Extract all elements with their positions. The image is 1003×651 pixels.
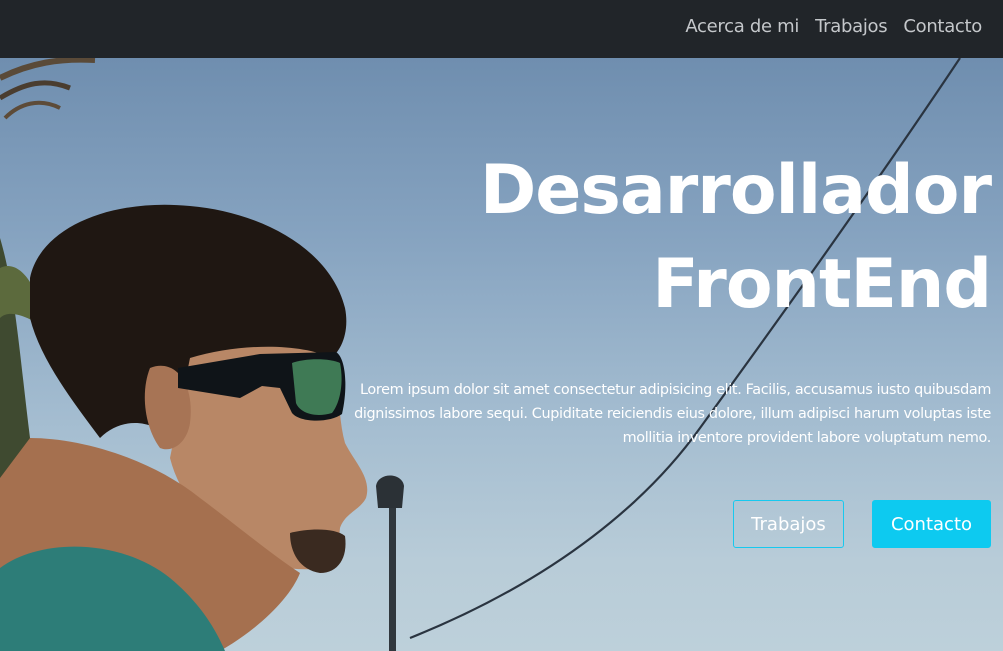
hero-description: Lorem ipsum dolor sit amet consectetur a…: [354, 382, 991, 446]
hero-title: Desarrollador FrontEnd: [351, 144, 992, 332]
nav-link-contact[interactable]: Contacto: [903, 14, 982, 40]
hero-section: Desarrollador FrontEnd Lorem ipsum dolor…: [0, 58, 1003, 651]
nav-links: Acerca de mi Trabajos Contacto: [685, 14, 982, 40]
hero-title-line-1: Desarrollador: [479, 151, 992, 230]
navbar: Acerca de mi Trabajos Contacto: [0, 0, 1003, 58]
hero-buttons: Trabajos Contacto: [733, 500, 991, 548]
nav-link-about[interactable]: Acerca de mi: [685, 14, 799, 40]
nav-link-works[interactable]: Trabajos: [815, 14, 888, 40]
page: Acerca de mi Trabajos Contacto Desarroll…: [0, 0, 1003, 651]
hero-title-line-2: FrontEnd: [652, 245, 992, 324]
contact-button[interactable]: Contacto: [872, 500, 991, 548]
works-button[interactable]: Trabajos: [733, 500, 844, 548]
